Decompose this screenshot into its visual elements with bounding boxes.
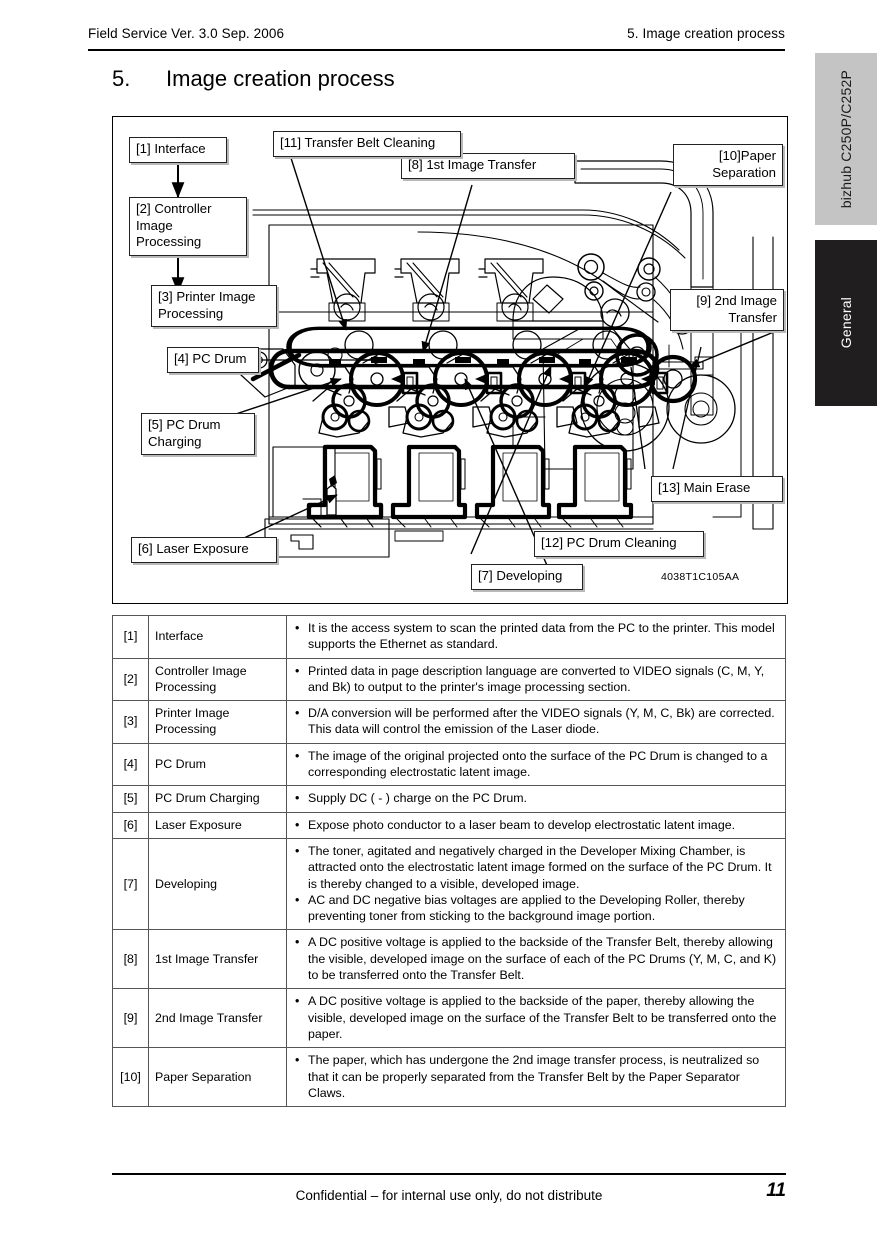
side-tab-section-label: General xyxy=(838,297,854,349)
figure-image-creation-process: [1] Interface [2] Controller Image Proce… xyxy=(112,116,788,604)
process-description-table: [1]InterfaceIt is the access system to s… xyxy=(112,615,786,1108)
table-row: [6]Laser Exposure Expose photo conductor … xyxy=(112,811,786,839)
table-row: [7]DevelopingThe toner, agitated and neg… xyxy=(112,837,786,931)
manual-page: Field Service Ver. 3.0 Sep. 2006 5. Imag… xyxy=(0,0,877,1242)
page-header: Field Service Ver. 3.0 Sep. 2006 5. Imag… xyxy=(88,26,785,48)
table-cell-description: Expose photo conductor to a laser beam t… xyxy=(286,811,786,839)
table-row: [2]Controller Image ProcessingPrinted da… xyxy=(112,657,786,702)
table-cell-index: [3] xyxy=(112,700,149,744)
description-bullet: Expose photo conductor to a laser beam t… xyxy=(295,817,780,834)
side-tab-product[interactable]: bizhub C250P/C252P xyxy=(815,53,877,225)
callout-11-transfer-belt-cleaning: [11] Transfer Belt Cleaning xyxy=(273,131,461,157)
table-cell-index: [7] xyxy=(112,837,149,931)
description-bullet: D/A conversion will be performed after t… xyxy=(295,705,780,738)
table-row: [8]1st Image TransferA DC positive volta… xyxy=(112,929,786,990)
description-bullet: It is the access system to scan the prin… xyxy=(295,620,780,653)
table-cell-index: [1] xyxy=(112,615,149,659)
table-cell-process-name: Paper Separation xyxy=(148,1047,287,1108)
table-cell-description: D/A conversion will be performed after t… xyxy=(286,700,786,744)
table-cell-process-name: Controller Image Processing xyxy=(148,657,287,702)
table-cell-description: Printed data in page description languag… xyxy=(286,657,786,702)
table-body: [1]InterfaceIt is the access system to s… xyxy=(112,615,786,1108)
table-cell-description: The toner, agitated and negatively charg… xyxy=(286,837,786,931)
table-cell-index: [9] xyxy=(112,988,149,1049)
section-number: 5. xyxy=(112,66,131,91)
table-row: [1]InterfaceIt is the access system to s… xyxy=(112,615,786,659)
callout-13-main-erase: [13] Main Erase xyxy=(651,476,783,502)
table-row: [5]PC Drum Charging Supply DC ( - ) charg… xyxy=(112,785,786,813)
table-row: [3]Printer Image ProcessingD/A conversio… xyxy=(112,700,786,744)
table-cell-index: [8] xyxy=(112,929,149,990)
table-row: [4]PC DrumThe image of the original proj… xyxy=(112,742,786,787)
callout-2-controller-image-processing: [2] Controller Image Processing xyxy=(129,197,247,256)
description-bullet: Supply DC ( - ) charge on the PC Drum. xyxy=(295,790,780,807)
callout-9-second-image-transfer: [9] 2nd Image Transfer xyxy=(670,289,784,331)
table-cell-index: [2] xyxy=(112,657,149,702)
table-cell-index: [6] xyxy=(112,811,149,839)
callout-10-paper-separation: [10]Paper Separation xyxy=(673,144,783,186)
side-tab-section[interactable]: General xyxy=(815,240,877,406)
table-cell-process-name: Printer Image Processing xyxy=(148,700,287,744)
table-cell-process-name: 2nd Image Transfer xyxy=(148,988,287,1049)
header-right-text: 5. Image creation process xyxy=(627,26,785,41)
table-cell-process-name: 1st Image Transfer xyxy=(148,929,287,990)
footer-rule xyxy=(112,1173,786,1175)
table-cell-process-name: Developing xyxy=(148,837,287,931)
table-cell-index: [10] xyxy=(112,1047,149,1108)
table-cell-process-name: Laser Exposure xyxy=(148,811,287,839)
page-number: 11 xyxy=(766,1180,786,1201)
table-cell-description: It is the access system to scan the prin… xyxy=(286,615,786,659)
callout-7-developing: [7] Developing xyxy=(471,564,583,590)
table-cell-description: The image of the original projected onto… xyxy=(286,742,786,787)
table-cell-description: A DC positive voltage is applied to the … xyxy=(286,929,786,990)
footer-notice: Confidential – for internal use only, do… xyxy=(295,1188,603,1203)
description-bullet: The toner, agitated and negatively charg… xyxy=(295,843,780,892)
side-tab-product-label: bizhub C250P/C252P xyxy=(838,69,854,209)
callout-1-interface: [1] Interface xyxy=(129,137,227,163)
callout-8-first-image-transfer: [8] 1st Image Transfer xyxy=(401,153,575,179)
callout-12-pc-drum-cleaning: [12] PC Drum Cleaning xyxy=(534,531,704,557)
callout-4-pc-drum: [4] PC Drum xyxy=(167,347,259,373)
description-bullet: The image of the original projected onto… xyxy=(295,748,780,781)
table-cell-description: A DC positive voltage is applied to the … xyxy=(286,988,786,1049)
callout-3-printer-image-processing: [3] Printer Image Processing xyxy=(151,285,277,327)
callout-5-pc-drum-charging: [5] PC Drum Charging xyxy=(141,413,255,455)
description-bullet: Printed data in page description languag… xyxy=(295,663,780,696)
header-left-text: Field Service Ver. 3.0 Sep. 2006 xyxy=(88,26,285,41)
description-bullet: A DC positive voltage is applied to the … xyxy=(295,934,780,983)
header-rule xyxy=(88,49,785,51)
table-cell-process-name: PC Drum xyxy=(148,742,287,787)
description-bullet: A DC positive voltage is applied to the … xyxy=(295,993,780,1042)
page-title: Image creation process xyxy=(166,66,395,91)
table-row: [10]Paper SeparationThe paper, which has… xyxy=(112,1047,786,1108)
description-bullet: AC and DC negative bias voltages are app… xyxy=(295,892,780,925)
table-cell-index: [4] xyxy=(112,742,149,787)
table-cell-description: The paper, which has undergone the 2nd i… xyxy=(286,1047,786,1108)
callout-6-laser-exposure: [6] Laser Exposure xyxy=(131,537,277,563)
table-cell-index: [5] xyxy=(112,785,149,813)
description-bullet: The paper, which has undergone the 2nd i… xyxy=(295,1052,780,1101)
table-cell-description: Supply DC ( - ) charge on the PC Drum. xyxy=(286,785,786,813)
table-cell-process-name: PC Drum Charging xyxy=(148,785,287,813)
table-cell-process-name: Interface xyxy=(148,615,287,659)
table-row: [9]2nd Image TransferA DC positive volta… xyxy=(112,988,786,1049)
